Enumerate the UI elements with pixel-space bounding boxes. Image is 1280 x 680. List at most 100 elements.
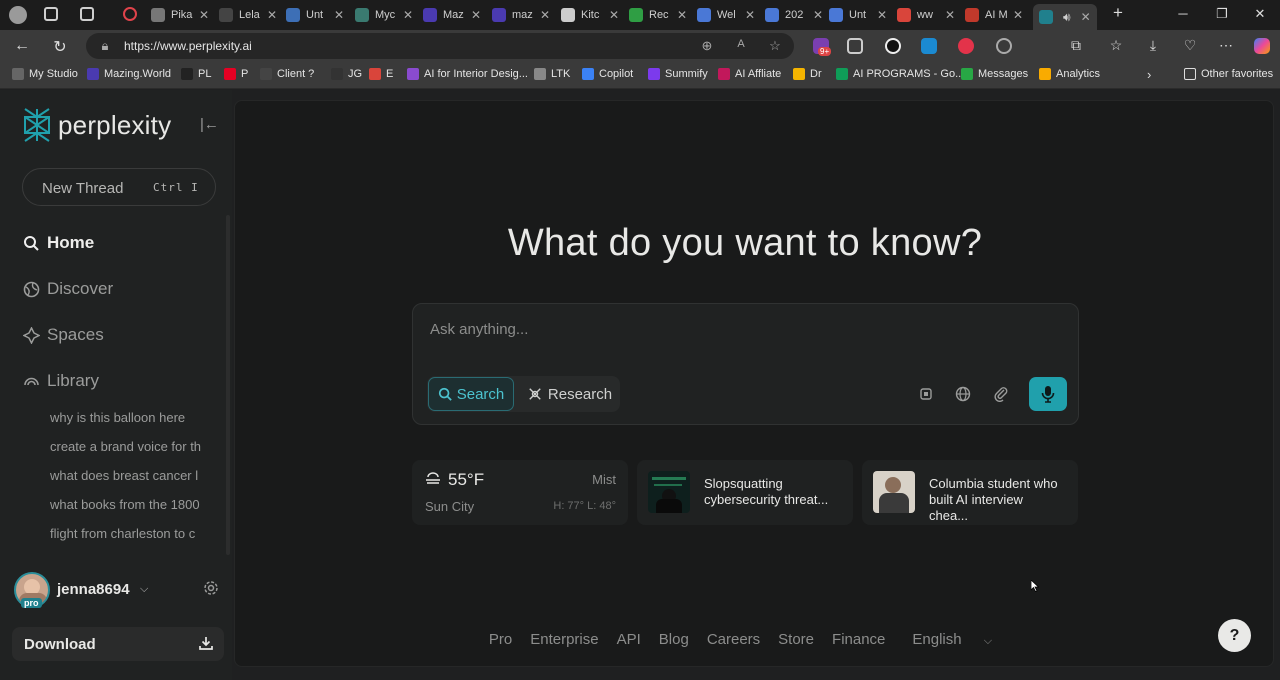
library-item[interactable]: what books from the 1800 [50,497,206,512]
bookmark-item[interactable]: My Studio [12,68,78,80]
nav-spaces[interactable]: Spaces [22,325,104,345]
browser-tab[interactable]: Pika ✕ [151,4,209,26]
bookmark-item[interactable]: AI Affliate [718,68,781,80]
speaker-icon[interactable]: 🔊︎ [1063,10,1071,25]
close-tab-icon[interactable]: ✕ [945,8,955,22]
sidebar-scrollbar[interactable] [226,215,230,555]
footer-link-enterprise[interactable]: Enterprise [530,631,598,648]
close-tab-icon[interactable]: ✕ [877,8,887,22]
weather-card[interactable]: 55°F Mist Sun City H: 77° L: 48° [412,460,628,525]
other-favorites-folder[interactable]: Other favorites [1184,68,1273,80]
browser-tab[interactable]: Myc ✕ [355,4,413,26]
zoom-icon[interactable]: ⊕ [698,38,716,54]
footer-link-careers[interactable]: Careers [707,631,760,648]
footer-link-pro[interactable]: Pro [489,631,512,648]
library-item[interactable]: create a brand voice for th [50,439,206,454]
perplexity-logo[interactable]: perplexity [22,108,171,142]
attach-paperclip-icon[interactable] [993,386,1011,404]
close-window-button[interactable]: ✕ [1250,6,1270,22]
bookmark-item[interactable]: Client ? [260,68,314,80]
close-tab-icon[interactable]: ✕ [267,8,277,22]
lock-icon[interactable]: 🔒︎ [96,38,114,54]
library-item[interactable]: why is this balloon here [50,410,206,425]
close-tab-icon[interactable]: ✕ [199,8,209,22]
close-tab-icon[interactable]: ✕ [334,8,344,22]
close-tab-icon[interactable]: ✕ [1013,8,1023,22]
extensions-puzzle-icon[interactable]: ⧉ [1066,37,1086,54]
close-tab-icon[interactable]: ✕ [540,8,550,22]
close-tab-icon[interactable]: ✕ [1081,10,1091,24]
settings-gear-icon[interactable] [203,580,219,601]
bookmark-item[interactable]: E [369,68,393,80]
bookmark-item[interactable]: AI PROGRAMS - Go... [836,68,964,80]
url-text[interactable]: https://www.perplexity.ai [124,39,252,53]
chevron-down-icon[interactable]: ⌵ [140,583,148,596]
bookmark-item[interactable]: LTK [534,68,570,80]
browser-tab[interactable]: Rec ✕ [629,4,687,26]
footer-link-finance[interactable]: Finance [832,631,885,648]
mode-search-button[interactable]: Search [428,377,514,411]
browser-tab[interactable]: 202 ✕ [765,4,823,26]
extension-icon-5[interactable] [958,38,974,54]
browser-tab[interactable]: AI M ✕ [965,4,1023,26]
bookmark-item[interactable]: Summify [648,68,708,80]
refresh-icon[interactable]: ↻ [50,37,70,57]
maximize-button[interactable]: ❐ [1212,6,1232,22]
workspaces-icon[interactable] [44,7,58,21]
url-box[interactable]: 🔒︎ https://www.perplexity.ai ⊕ A ☆ [86,33,794,59]
browser-tab[interactable]: Unt ✕ [829,4,887,26]
browser-tab[interactable]: Unt ✕ [286,4,344,26]
close-tab-icon[interactable]: ✕ [813,8,823,22]
bookmark-item[interactable]: Dr [793,68,822,80]
voice-mode-button[interactable] [1029,377,1067,411]
read-aloud-icon[interactable]: A [732,38,750,50]
record-tab-icon[interactable] [123,7,137,21]
extension-icon-2[interactable] [847,38,863,54]
browser-essentials-icon[interactable]: ♡ [1180,37,1200,54]
bookmark-item[interactable]: AI for Interior Desig... [407,68,528,80]
language-selector[interactable]: English ⌵ [903,631,1001,648]
nav-library[interactable]: Library [22,371,99,391]
copilot-icon[interactable] [1254,38,1270,54]
chevron-right-icon[interactable]: › [1147,67,1151,82]
minimize-button[interactable]: ─ [1173,6,1193,21]
bookmark-item[interactable]: JG [331,68,362,80]
extension-icon-6[interactable] [996,38,1012,54]
nav-home[interactable]: Home [22,233,94,253]
ask-input-box[interactable]: Ask anything... Search Research [412,303,1079,425]
more-menu-icon[interactable]: ⋯ [1216,37,1236,54]
help-button[interactable]: ? [1218,619,1251,652]
collapse-sidebar-icon[interactable]: |← [200,116,219,133]
footer-link-blog[interactable]: Blog [659,631,689,648]
bookmark-item[interactable]: PL [181,68,211,80]
tab-actions-icon[interactable] [80,7,94,21]
library-item[interactable]: what does breast cancer l [50,468,206,483]
extension-icon-4[interactable] [921,38,937,54]
bookmark-item[interactable]: Messages [961,68,1028,80]
bookmark-item[interactable]: Mazing.World [87,68,171,80]
new-thread-button[interactable]: New Thread Ctrl I [22,168,216,206]
close-tab-icon[interactable]: ✕ [609,8,619,22]
browser-tab[interactable]: 🔊︎ ✕ [1033,4,1097,30]
download-button[interactable]: Download [12,627,224,661]
close-tab-icon[interactable]: ✕ [471,8,481,22]
footer-link-store[interactable]: Store [778,631,814,648]
browser-tab[interactable]: ww ✕ [897,4,955,26]
nav-discover[interactable]: Discover [22,279,113,299]
footer-link-api[interactable]: API [617,631,641,648]
favorites-icon[interactable]: ☆ [1106,37,1126,54]
profile-avatar[interactable] [9,6,27,24]
browser-tab[interactable]: Lela ✕ [219,4,277,26]
browser-tab[interactable]: Kitc ✕ [561,4,619,26]
favorite-star-icon[interactable]: ☆ [766,38,784,54]
username[interactable]: jenna8694 [57,581,130,598]
ask-input-placeholder[interactable]: Ask anything... [430,321,528,338]
news-card[interactable]: Slopsquatting cybersecurity threat... [637,460,853,525]
globe-icon[interactable] [955,386,973,404]
extension-icon-3[interactable] [885,38,901,54]
new-tab-button[interactable]: + [1108,3,1128,23]
close-tab-icon[interactable]: ✕ [677,8,687,22]
bookmark-item[interactable]: P [224,68,248,80]
bookmark-item[interactable]: Copilot [582,68,633,80]
back-arrow-icon[interactable]: ← [12,37,32,55]
